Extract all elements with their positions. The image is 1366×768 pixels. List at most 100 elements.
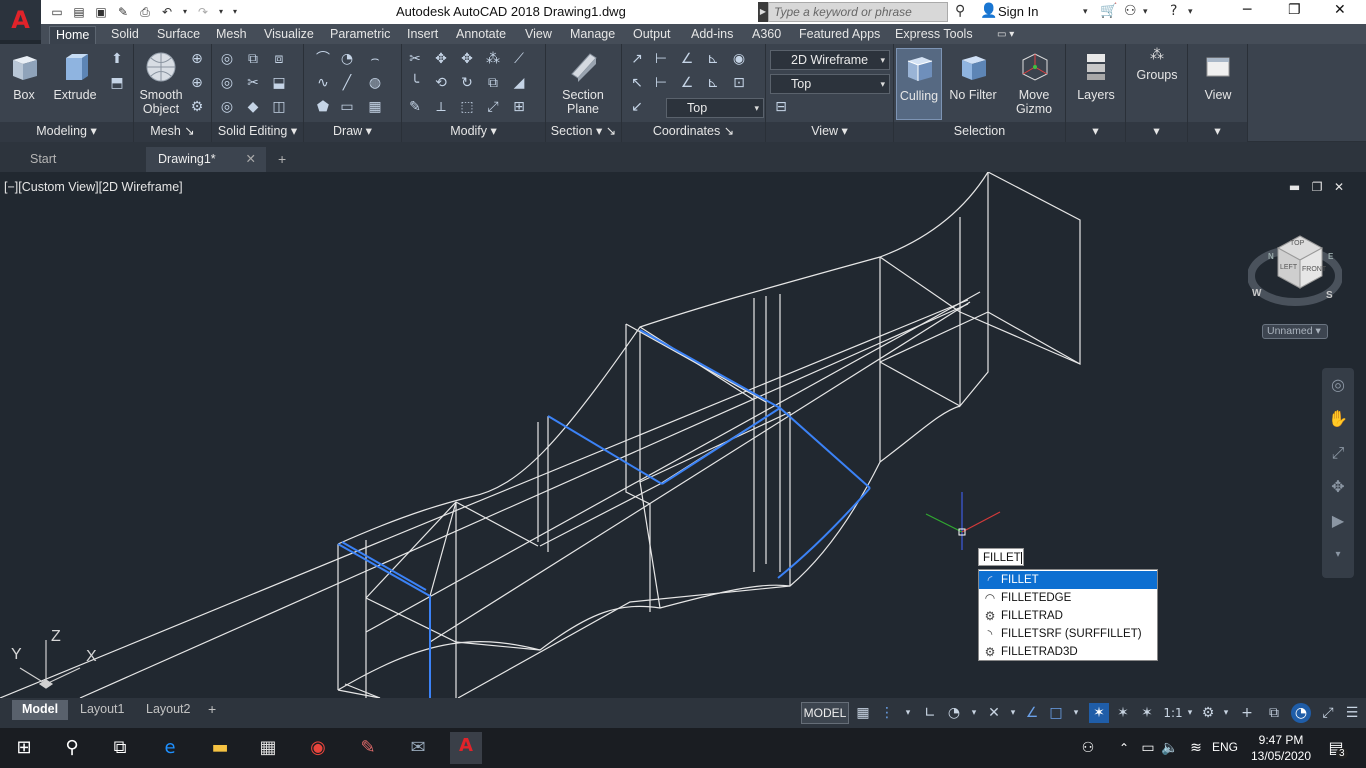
file-explorer-icon[interactable]: ▬ <box>206 734 234 762</box>
object-snap-icon[interactable]: □ <box>1046 703 1066 723</box>
add-icon[interactable]: + <box>1237 703 1257 723</box>
a360-icon[interactable]: ⚇ <box>1124 3 1137 19</box>
search-collapse-icon[interactable]: ▶ <box>758 2 768 22</box>
compass-n[interactable]: N <box>1268 252 1274 261</box>
interfere-icon[interactable]: ⧉ <box>244 50 262 68</box>
ucs-3point-icon[interactable]: ↙ <box>628 98 646 116</box>
open-icon[interactable]: ▤ <box>70 4 88 20</box>
offset-icon[interactable]: ⟋ <box>510 50 528 68</box>
autocad-taskbar-icon[interactable]: A <box>450 732 482 764</box>
people-icon[interactable]: ⚇ <box>1074 734 1102 762</box>
mesh-smooth-less-icon[interactable]: ⊕ <box>188 74 206 92</box>
scale-dropdown-icon[interactable]: ▾ <box>1180 703 1200 723</box>
polar-dropdown-icon[interactable]: ▾ <box>964 703 984 723</box>
tab-surface[interactable]: Surface <box>151 26 206 44</box>
tab-insert[interactable]: Insert <box>401 26 444 44</box>
search-icon[interactable]: ⚲ <box>58 734 86 762</box>
ucs-menu[interactable]: Unnamed ▾ <box>1262 324 1328 339</box>
ucs-icon[interactable]: ↗ <box>628 50 646 68</box>
showmotion-icon[interactable]: ▶ <box>1322 504 1354 538</box>
add-layout-icon[interactable]: + <box>198 700 226 720</box>
messaging-app-icon[interactable]: ✉ <box>404 734 432 762</box>
polygon-icon[interactable]: ⬟ <box>314 98 332 116</box>
ucs-face-icon[interactable]: ⊡ <box>730 74 748 92</box>
hatch-icon[interactable]: ▦ <box>366 98 384 116</box>
new-icon[interactable]: ▭ <box>48 4 66 20</box>
compass-w[interactable]: W <box>1252 288 1261 299</box>
volume-icon[interactable]: 🔈 <box>1156 734 1184 762</box>
panel-title-layers-dropdown[interactable]: ▾ <box>1066 122 1125 142</box>
application-menu-button[interactable]: A <box>0 0 41 40</box>
autoscale-icon[interactable]: ✶ <box>1113 703 1133 723</box>
search-input[interactable]: Type a keyword or phrase <box>768 2 948 22</box>
calculator-icon[interactable]: ▦ <box>254 734 282 762</box>
viewcube-front-label[interactable]: FRONT <box>1302 266 1326 273</box>
slice-icon[interactable]: ✂ <box>244 74 262 92</box>
binoculars-icon[interactable]: ⚲ <box>955 3 965 19</box>
ucs-view-icon[interactable]: ⊢ <box>652 74 670 92</box>
model-space-button[interactable]: MODEL <box>801 702 849 724</box>
intersect-icon[interactable]: ◎ <box>218 98 236 116</box>
osnap-dropdown-icon[interactable]: ▾ <box>1066 703 1086 723</box>
print-icon[interactable]: ⎙ <box>136 4 154 20</box>
separate-icon[interactable]: ◫ <box>270 98 288 116</box>
tab-a360[interactable]: A360 <box>746 26 787 44</box>
chrome-icon[interactable]: ◉ <box>304 734 332 762</box>
user-icon[interactable]: 👤 <box>980 3 997 19</box>
suggestion-fillet[interactable]: ◜ FILLET <box>979 571 1157 589</box>
redo-dropdown-icon[interactable]: ▾ <box>216 4 226 20</box>
workspace-dropdown-icon[interactable]: ▾ <box>1216 703 1236 723</box>
customization-menu-icon[interactable]: ☰ <box>1342 703 1362 723</box>
chamfer-icon[interactable]: ◢ <box>510 74 528 92</box>
groups-button[interactable]: ⁂ Groups <box>1134 48 1180 82</box>
visual-style-dropdown[interactable]: 2D Wireframe ▾ <box>770 50 890 70</box>
panel-title-modify[interactable]: Modify ▾ <box>402 122 545 142</box>
viewcube[interactable]: TOP LEFT FRONT W S N E <box>1247 230 1343 310</box>
close-tab-icon[interactable]: ✕ <box>246 147 256 171</box>
signin-dropdown-icon[interactable]: ▾ <box>1083 7 1088 17</box>
tab-model[interactable]: Model <box>12 700 69 720</box>
steering-wheel-icon[interactable]: ◎ <box>1322 368 1354 402</box>
ucs-x-icon[interactable]: ⊾ <box>704 50 722 68</box>
signin-link[interactable]: Sign In <box>998 4 1038 19</box>
customize-qat-icon[interactable]: ▾ <box>230 4 240 20</box>
culling-button[interactable]: Culling <box>896 48 942 120</box>
isolate-objects-icon[interactable]: ⧉ <box>1264 703 1284 723</box>
view-button[interactable]: View <box>1194 50 1242 102</box>
windows-start-icon[interactable]: ⊞ <box>10 734 38 762</box>
tab-manage[interactable]: Manage <box>564 26 621 44</box>
help-icon[interactable]: ? <box>1170 3 1177 19</box>
arc-icon[interactable]: ⌢ <box>366 50 384 68</box>
rectangle-icon[interactable]: ▭ <box>338 98 356 116</box>
panel-title-mesh[interactable]: Mesh ↘ <box>134 122 211 142</box>
undo-dropdown-icon[interactable]: ▾ <box>180 4 190 20</box>
3d-move-icon[interactable]: ✥ <box>432 50 450 68</box>
tab-addins[interactable]: Add-ins <box>685 26 739 44</box>
tab-home[interactable]: Home <box>49 26 97 44</box>
annotation-visibility-icon[interactable]: ✶ <box>1089 703 1109 723</box>
trim-icon[interactable]: ✂ <box>406 50 424 68</box>
mesh-refine-icon[interactable]: ⚙ <box>188 98 206 116</box>
extrude-faces-icon[interactable]: ⬓ <box>270 74 288 92</box>
panel-title-selection[interactable]: Selection <box>894 122 1065 142</box>
thicken-icon[interactable]: ◆ <box>244 98 262 116</box>
panel-title-view[interactable]: View ▾ <box>766 122 893 142</box>
tab-parametric[interactable]: Parametric <box>324 26 396 44</box>
ucs-dropdown[interactable]: Top ▾ <box>666 98 764 118</box>
panel-title-coordinates[interactable]: Coordinates ↘ <box>622 122 765 142</box>
spline-icon[interactable]: ∿ <box>314 74 332 92</box>
array-icon[interactable]: ⊞ <box>510 98 528 116</box>
tab-annotate[interactable]: Annotate <box>450 26 512 44</box>
doc-tab-drawing1[interactable]: Drawing1* ✕ <box>146 147 266 172</box>
viewport-config-icon[interactable]: ⊟ <box>772 98 790 116</box>
rotate-icon[interactable]: ↻ <box>458 74 476 92</box>
drawing-viewport[interactable]: [−][Custom View][2D Wireframe] ▬ ❐ ✕ Z Y… <box>0 172 1366 698</box>
hardware-acceleration-icon[interactable]: ◔ <box>1291 703 1311 723</box>
workspace-gear-icon[interactable]: ⚙ <box>1198 703 1218 723</box>
presspull-icon[interactable]: ⬆ <box>108 50 126 68</box>
polyline-icon[interactable]: ⌒ <box>314 50 332 68</box>
orbit-icon[interactable]: ✥ <box>1322 470 1354 504</box>
tab-output[interactable]: Output <box>627 26 677 44</box>
grid-icon[interactable]: ▦ <box>853 703 873 723</box>
ucs-z-icon[interactable]: ⊾ <box>704 74 722 92</box>
